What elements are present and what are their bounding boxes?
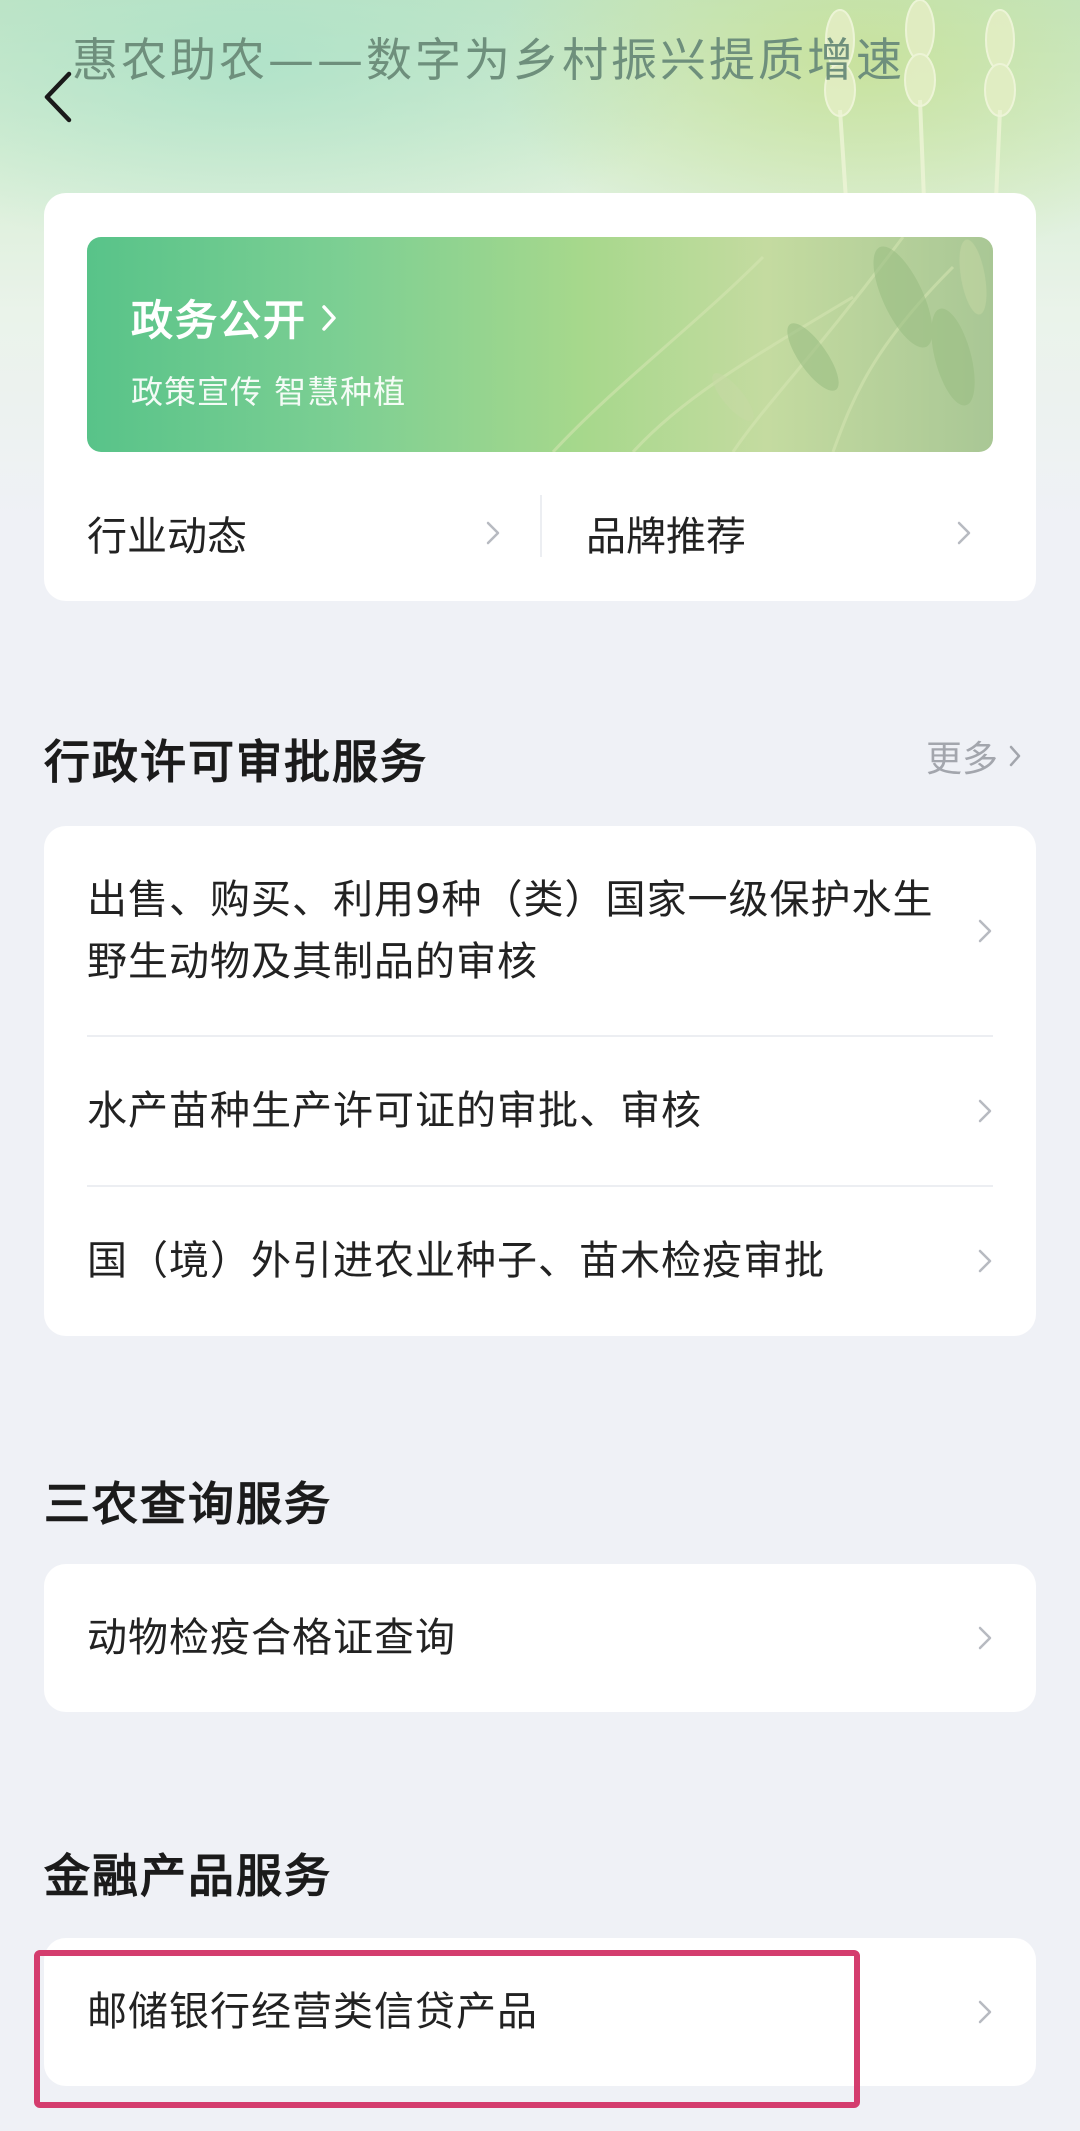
brand-recommend-label: 品牌推荐 [586, 514, 746, 560]
banner-title: 政务公开 [131, 287, 337, 348]
chevron-right-icon [486, 521, 500, 545]
row-divider [87, 1035, 993, 1037]
chevron-right-icon [978, 1626, 992, 1650]
more-label: 更多 [925, 739, 998, 780]
chevron-right-icon [978, 1249, 992, 1273]
industry-news-label: 行业动态 [87, 514, 247, 560]
list-item[interactable]: 出售、购买、利用9种（类）国家一级保护水生野生动物及其制品的审核 [87, 866, 993, 996]
banner-subtitle: 政策宣传 智慧种植 [131, 373, 407, 411]
banner-title-text: 政务公开 [131, 296, 308, 345]
chevron-right-icon [322, 304, 336, 331]
list-item[interactable]: 动物检疫合格证查询 [87, 1574, 993, 1702]
brand-recommend-link[interactable]: 品牌推荐 [586, 493, 1006, 573]
chevron-right-icon [1009, 745, 1021, 767]
section-title-agri-query: 三农查询服务 [44, 1477, 332, 1531]
more-link[interactable]: 更多 [926, 730, 1022, 782]
list-item[interactable]: 国（境）外引进农业种子、苗木检疫审批 [87, 1196, 993, 1326]
gov-affairs-banner[interactable]: 政务公开 政策宣传 智慧种植 [87, 237, 993, 452]
list-item[interactable]: 邮储银行经营类信贷产品 [87, 1948, 993, 2076]
section-title-admin-approval: 行政许可审批服务 [44, 735, 428, 789]
agri-query-card: 动物检疫合格证查询 [44, 1564, 1036, 1712]
link-divider [540, 495, 542, 557]
wheat-field-image [551, 237, 987, 452]
list-item-label: 邮储银行经营类信贷产品 [87, 1989, 538, 2035]
chevron-right-icon [957, 521, 971, 545]
page-header-title: 惠农助农——数字为乡村振兴提质增速 [72, 33, 905, 87]
admin-approval-card: 出售、购买、利用9种（类）国家一级保护水生野生动物及其制品的审核 水产苗种生产许… [44, 826, 1036, 1336]
list-item-label: 出售、购买、利用9种（类）国家一级保护水生野生动物及其制品的审核 [87, 877, 934, 985]
finance-card: 邮储银行经营类信贷产品 [44, 1938, 1036, 2086]
chevron-right-icon [978, 1099, 992, 1123]
chevron-left-icon [44, 71, 72, 123]
section-title-finance: 金融产品服务 [44, 1849, 332, 1903]
list-item-label: 国（境）外引进农业种子、苗木检疫审批 [87, 1238, 825, 1284]
list-item-label: 动物检疫合格证查询 [87, 1615, 456, 1661]
featured-card: 政务公开 政策宣传 智慧种植 行业动态 品牌推荐 [44, 193, 1036, 601]
chevron-right-icon [978, 2000, 992, 2024]
chevron-right-icon [978, 919, 992, 943]
back-button[interactable] [30, 62, 86, 132]
list-item[interactable]: 水产苗种生产许可证的审批、审核 [87, 1046, 993, 1176]
industry-news-link[interactable]: 行业动态 [87, 493, 537, 573]
list-item-label: 水产苗种生产许可证的审批、审核 [87, 1088, 702, 1134]
row-divider [87, 1185, 993, 1187]
